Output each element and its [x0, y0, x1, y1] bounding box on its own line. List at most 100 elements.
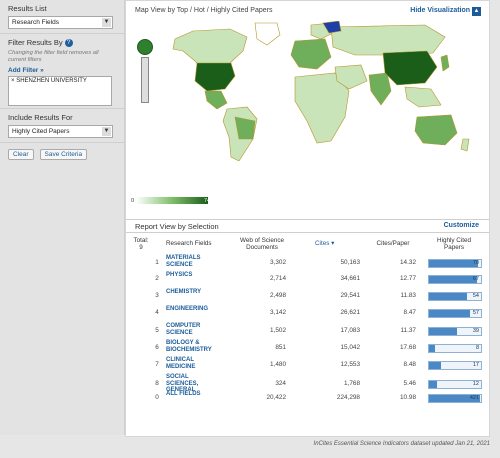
action-buttons: Clear Save Criteria	[0, 143, 124, 166]
cites-header[interactable]: Cites ▾	[315, 240, 365, 247]
table-row: 3 CHEMISTRY 2,498 29,541 11.83 54	[132, 289, 484, 302]
research-field-link[interactable]: BIOLOGY & BIOCHEMISTRY	[166, 340, 216, 353]
help-icon[interactable]: ?	[64, 39, 73, 48]
documents-value: 2,498	[270, 292, 286, 299]
map-country-southeast-asia[interactable]	[404, 86, 442, 108]
arrow-up-icon: ▲	[472, 7, 481, 16]
highly-cited-bar[interactable]: 17	[428, 361, 482, 370]
include-results-section: Include Results For Highly Cited Papers …	[0, 109, 124, 143]
cites-value: 34,661	[340, 275, 360, 282]
filter-title: Filter Results By ?	[8, 38, 116, 48]
highly-cited-value: 54	[472, 293, 479, 299]
cites-per-paper-value: 11.37	[400, 327, 416, 334]
save-criteria-button[interactable]: Save Criteria	[39, 149, 88, 160]
dataset-footer: InCites Essential Science Indicators dat…	[313, 441, 490, 447]
row-index: 3	[155, 292, 159, 299]
highly-cited-bar[interactable]: 8	[428, 344, 482, 353]
include-results-value: Highly Cited Papers	[12, 128, 70, 135]
map-country-australia[interactable]	[414, 114, 458, 146]
highly-cited-bar[interactable]: 39	[428, 327, 482, 336]
highly-cited-value: 12	[472, 381, 479, 387]
cites-value: 29,541	[340, 292, 360, 299]
highly-cited-value: 67	[472, 276, 479, 282]
map-country-mexico[interactable]	[204, 90, 228, 110]
map-country-japan[interactable]	[440, 54, 450, 72]
highly-cited-value: 39	[472, 328, 479, 334]
sidebar: Results List Research Fields ▼ Filter Re…	[0, 0, 125, 435]
world-map[interactable]	[135, 21, 478, 166]
highly-cited-fill	[429, 293, 468, 300]
row-index: 5	[155, 327, 159, 334]
highly-cited-fill	[429, 362, 441, 369]
map-country-greenland[interactable]	[254, 22, 281, 46]
highly-cited-bar[interactable]: 57	[428, 309, 482, 318]
cites-per-paper-value: 8.48	[403, 361, 416, 368]
documents-value: 324	[275, 380, 286, 387]
highly-cited-bar[interactable]: 70	[428, 259, 482, 268]
active-filters-box: × SHENZHEN UNIVERSITY	[8, 76, 112, 107]
filter-title-text: Filter Results By	[8, 38, 63, 47]
report-title: Report View by Selection	[135, 222, 219, 231]
highly-cited-bar[interactable]: 67	[428, 275, 482, 284]
documents-header[interactable]: Web of Science Documents	[232, 237, 292, 251]
cites-per-paper-value: 8.47	[403, 309, 416, 316]
table-row: 0 ALL FIELDS 20,422 224,298 10.98 421	[132, 391, 484, 404]
row-index: 2	[155, 275, 159, 282]
research-field-link[interactable]: COMPUTER SCIENCE	[166, 323, 216, 336]
map-country-russia[interactable]	[330, 24, 446, 56]
chevron-down-icon: ▼	[102, 18, 111, 27]
research-field-link[interactable]: PHYSICS	[166, 272, 216, 279]
cites-value: 26,621	[340, 309, 360, 316]
documents-value: 3,302	[270, 259, 286, 266]
table-row: 2 PHYSICS 2,714 34,661 12.77 67	[132, 272, 484, 285]
table-row: 1 MATERIALS SCIENCE 3,302 50,163 14.32 70	[132, 255, 484, 270]
map-zoom-slider[interactable]	[141, 57, 149, 103]
cites-header-label: Cites	[315, 240, 330, 247]
research-field-link[interactable]: CLINICAL MEDICINE	[166, 357, 216, 370]
documents-value: 1,502	[270, 327, 286, 334]
cites-per-paper-value: 14.32	[400, 259, 416, 266]
hide-visualization-label: Hide Visualization	[410, 7, 471, 14]
map-legend-bar	[136, 197, 208, 204]
highly-cited-bar[interactable]: 12	[428, 380, 482, 389]
documents-value: 851	[275, 344, 286, 351]
total-count: 9	[139, 244, 143, 251]
cites-per-paper-header[interactable]: Cites/Paper	[368, 240, 418, 247]
highly-cited-fill	[429, 276, 477, 283]
map-country-europe[interactable]	[290, 38, 332, 70]
results-list-select[interactable]: Research Fields ▼	[8, 16, 113, 29]
row-index: 8	[155, 380, 159, 387]
clear-button[interactable]: Clear	[8, 149, 34, 160]
cites-per-paper-value: 11.83	[400, 292, 416, 299]
row-index: 7	[155, 361, 159, 368]
highly-cited-bar[interactable]: 54	[428, 292, 482, 301]
hide-visualization-link[interactable]: Hide Visualization ▲	[410, 7, 481, 16]
documents-value: 3,142	[270, 309, 286, 316]
highly-cited-fill	[429, 260, 479, 267]
map-pan-control[interactable]	[137, 39, 153, 55]
include-results-select[interactable]: Highly Cited Papers ▼	[8, 125, 113, 138]
research-field-link[interactable]: ENGINEERING	[166, 306, 216, 313]
map-country-usa[interactable]	[194, 62, 236, 92]
map-country-china[interactable]	[382, 50, 438, 86]
cites-per-paper-value: 10.98	[400, 394, 416, 401]
research-field-link[interactable]: CHEMISTRY	[166, 289, 216, 296]
highly-cited-value: 17	[472, 362, 479, 368]
results-list-section: Results List Research Fields ▼	[0, 0, 124, 34]
highly-cited-fill	[429, 345, 435, 352]
map-country-new-zealand[interactable]	[460, 138, 470, 152]
highly-cited-value: 57	[472, 310, 479, 316]
highly-cited-value: 70	[472, 260, 479, 266]
customize-link[interactable]: Customize	[444, 222, 479, 229]
map-country-india[interactable]	[368, 72, 392, 106]
highly-cited-fill	[429, 328, 457, 335]
highly-cited-bar[interactable]: 421	[428, 394, 482, 403]
filter-section: Filter Results By ? Changing the filter …	[0, 34, 124, 109]
highly-cited-header[interactable]: Highly Cited Papers	[428, 237, 480, 251]
remove-filter-icon[interactable]: ×	[11, 78, 15, 84]
results-list-title: Results List	[8, 4, 47, 13]
cites-value: 17,083	[340, 327, 360, 334]
research-field-link[interactable]: ALL FIELDS	[166, 391, 216, 398]
research-field-link[interactable]: MATERIALS SCIENCE	[166, 255, 216, 268]
add-filter-link[interactable]: Add Filter »	[8, 67, 116, 74]
